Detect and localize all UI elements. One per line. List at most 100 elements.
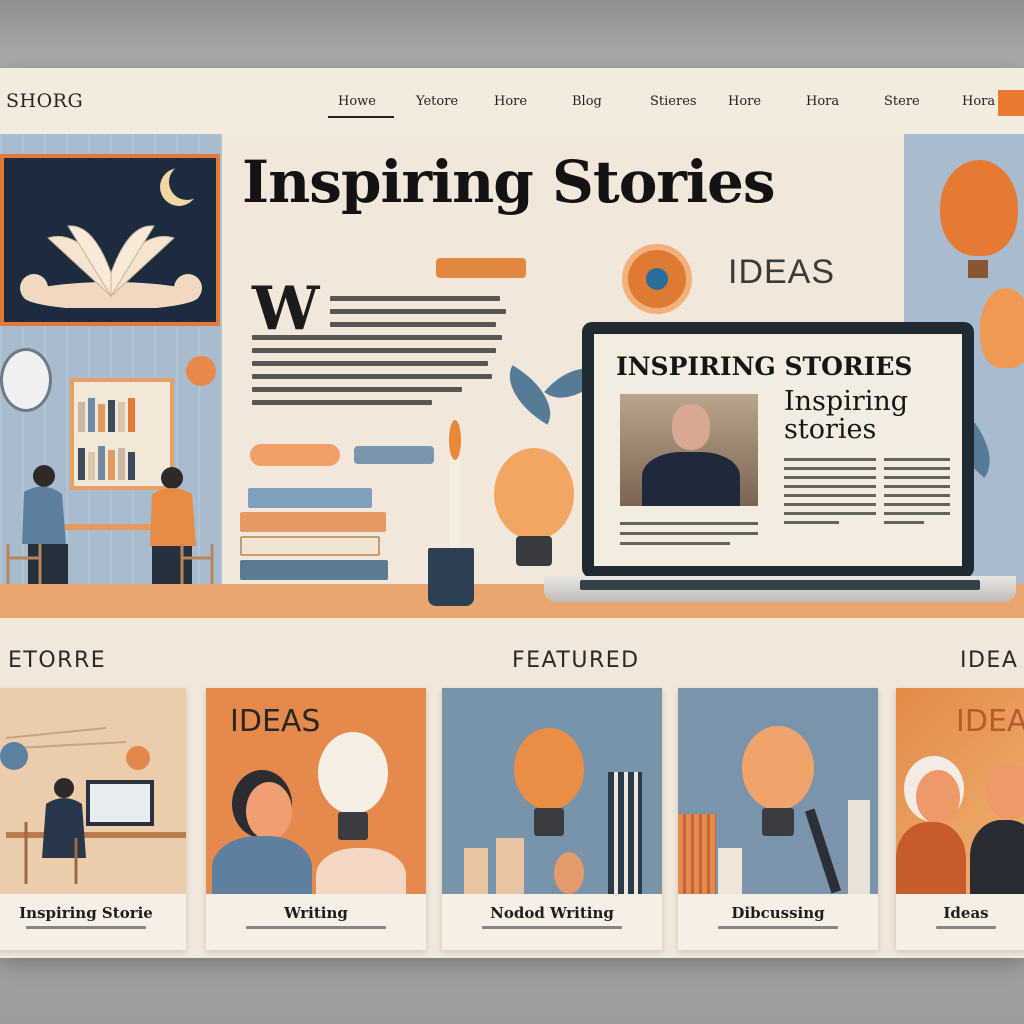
share-bar[interactable] bbox=[354, 446, 434, 464]
mug-icon bbox=[428, 548, 474, 606]
laptop-screen: INSPIRING STORIES Inspiring stories bbox=[594, 334, 962, 566]
text-line bbox=[330, 322, 496, 327]
wall-clock-icon bbox=[0, 348, 52, 412]
story-card[interactable]: Dibcussing bbox=[678, 688, 878, 950]
web-page: SHORG Howe Yetore Hore Blog Stieres Hore… bbox=[0, 68, 1024, 958]
text-line bbox=[330, 309, 506, 314]
nav-item-blog[interactable]: Blog bbox=[562, 94, 640, 109]
card-art-label: IDEAS bbox=[230, 704, 321, 739]
lightbulb-icon bbox=[742, 726, 814, 810]
header: SHORG Howe Yetore Hore Blog Stieres Hore… bbox=[0, 68, 1024, 134]
lightbulb-icon bbox=[494, 448, 574, 540]
main-nav: Howe Yetore Hore Blog Stieres Hore Hora … bbox=[328, 94, 1024, 118]
nav-item-yetore[interactable]: Yetore bbox=[406, 94, 484, 109]
pen-icon bbox=[804, 808, 842, 894]
text-line bbox=[252, 348, 496, 353]
card-title: Ideas bbox=[943, 904, 989, 922]
person-body bbox=[896, 822, 966, 894]
laptop-text-column bbox=[884, 458, 950, 530]
lightbulb-icon bbox=[514, 728, 584, 810]
plant-pot-icon bbox=[554, 852, 584, 894]
person-face bbox=[916, 770, 960, 824]
book bbox=[248, 488, 372, 508]
building-icon bbox=[608, 772, 642, 894]
text-line bbox=[252, 335, 502, 340]
laptop-keyboard bbox=[580, 580, 980, 590]
nav-item-hore[interactable]: Hore bbox=[484, 94, 562, 109]
person-face bbox=[246, 782, 292, 840]
article-text-block bbox=[252, 296, 512, 413]
lightbulb-icon bbox=[318, 732, 388, 814]
book bbox=[240, 512, 386, 532]
moon-icon bbox=[160, 164, 205, 206]
story-card[interactable]: IDEAS Writing bbox=[206, 688, 426, 950]
portrait-face bbox=[672, 404, 710, 450]
lightbulb-base bbox=[762, 808, 794, 836]
story-card[interactable]: Inspiring Storie bbox=[0, 688, 186, 950]
nav-item-stere[interactable]: Stere bbox=[874, 94, 952, 109]
hand bbox=[316, 848, 406, 894]
nav-item-hore-2[interactable]: Hore bbox=[718, 94, 796, 109]
read-more-button[interactable] bbox=[250, 444, 340, 466]
card-subtitle bbox=[936, 926, 996, 929]
building-icon bbox=[678, 814, 716, 894]
card-title: Inspiring Storie bbox=[19, 904, 153, 922]
lamp-icon bbox=[186, 356, 216, 386]
card-title: Dibcussing bbox=[731, 904, 825, 922]
card-illustration bbox=[678, 688, 878, 894]
building-icon bbox=[496, 838, 524, 894]
card-illustration: IDEAS bbox=[206, 688, 426, 894]
statue-icon bbox=[848, 800, 870, 894]
nav-item-stieres[interactable]: Stieres bbox=[640, 94, 718, 109]
story-card[interactable]: Nodod Writing bbox=[442, 688, 662, 950]
card-subtitle bbox=[26, 926, 146, 929]
night-book-picture bbox=[0, 154, 220, 326]
text-line bbox=[252, 400, 432, 405]
candle-icon bbox=[449, 420, 461, 550]
person-body bbox=[970, 820, 1024, 894]
person-at-computer-icon bbox=[0, 688, 186, 894]
text-line bbox=[252, 374, 492, 379]
lightbulb-base bbox=[338, 812, 368, 840]
laptop-subheadline: Inspiring stories bbox=[784, 386, 909, 445]
open-book-icon bbox=[20, 225, 202, 308]
nav-item-howe[interactable]: Howe bbox=[328, 94, 406, 118]
nav-item-hora[interactable]: Hora bbox=[796, 94, 874, 109]
book bbox=[240, 560, 388, 580]
tag-pill[interactable] bbox=[436, 258, 526, 278]
section-label-left: ETORRE bbox=[8, 648, 107, 673]
card-illustration bbox=[0, 688, 186, 894]
lightbulb-icon bbox=[980, 288, 1024, 368]
card-subtitle bbox=[482, 926, 622, 929]
card-title: Writing bbox=[284, 904, 348, 922]
building-icon bbox=[464, 848, 488, 894]
card-illustration bbox=[442, 688, 662, 894]
portrait-photo bbox=[620, 394, 758, 506]
book bbox=[240, 536, 380, 556]
card-title: Nodod Writing bbox=[490, 904, 614, 922]
section-label-right: IDEA bbox=[960, 648, 1019, 673]
building-icon bbox=[718, 848, 742, 894]
balloon-basket bbox=[968, 260, 988, 278]
section-label-featured: FEATURED bbox=[512, 648, 640, 673]
card-subtitle bbox=[718, 926, 838, 929]
laptop-text-column bbox=[784, 458, 876, 530]
hero-title: Inspiring Stories bbox=[242, 148, 776, 216]
hot-air-balloon-icon bbox=[940, 160, 1018, 256]
site-logo[interactable]: SHORG bbox=[6, 90, 83, 112]
target-icon bbox=[622, 244, 692, 314]
person-body bbox=[212, 836, 312, 894]
lightbulb-base bbox=[534, 808, 564, 836]
text-line bbox=[330, 296, 500, 301]
menu-button[interactable] bbox=[998, 90, 1024, 116]
portrait-suit bbox=[642, 452, 740, 506]
story-card[interactable]: IDEAS Ideas bbox=[896, 688, 1024, 950]
ideas-heading: IDEAS bbox=[728, 253, 836, 291]
shelf-row bbox=[78, 392, 166, 432]
lightbulb-base bbox=[516, 536, 552, 566]
person-face bbox=[986, 764, 1024, 820]
laptop-caption bbox=[620, 522, 758, 552]
text-line bbox=[252, 361, 488, 366]
card-subtitle bbox=[246, 926, 386, 929]
text-line bbox=[252, 387, 462, 392]
